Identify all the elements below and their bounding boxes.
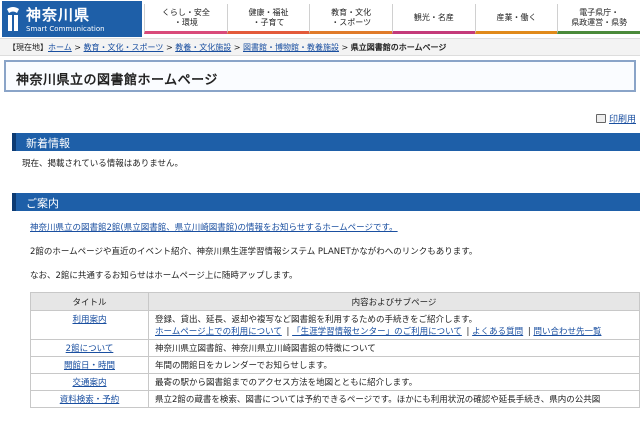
guide-heading: ご案内	[12, 193, 640, 211]
breadcrumb-label: 【現在地】	[8, 43, 48, 52]
global-nav: くらし・安全 ・環境 健康・福祉 ・子育て 教育・文化 ・スポーツ 観光・名産 …	[144, 4, 640, 34]
breadcrumb-separator: >	[163, 43, 176, 52]
breadcrumb: 【現在地】ホーム > 教育・文化・スポーツ > 教養・文化施設 > 図書館・博物…	[0, 38, 640, 56]
nav-education-culture[interactable]: 教育・文化 ・スポーツ	[309, 4, 393, 34]
table-header-title: タイトル	[30, 292, 149, 311]
row-description: 登録、貸出、延長、返却や複写など図書館を利用するための手続きをご紹介します。	[155, 315, 478, 325]
nav-industry-work[interactable]: 産業・働く	[474, 4, 558, 34]
site-header: 神奈川県 Smart Communication くらし・安全 ・環境 健康・福…	[0, 0, 640, 38]
sublink-center-usage[interactable]: 「生涯学習情報センター」のご利用について	[292, 327, 462, 337]
breadcrumb-separator: >	[71, 43, 84, 52]
row-title-link[interactable]: 資料検索・予約	[60, 395, 120, 405]
logo-title: 神奈川県	[26, 6, 91, 24]
row-title-link[interactable]: 開館日・時間	[64, 361, 115, 371]
table-header-row: タイトル 内容およびサブページ	[30, 292, 640, 311]
row-description: 最寄の駅から図書館までのアクセス方法を地図とともに紹介します。	[148, 373, 640, 391]
printer-icon	[595, 114, 606, 123]
sublink-web-usage[interactable]: ホームページ上での利用について	[155, 327, 282, 337]
table-header-content: 内容およびサブページ	[148, 292, 640, 311]
table-row: 開館日・時間 年間の開館日をカレンダーでお知らせします。	[30, 356, 640, 374]
row-description: 年間の開館日をカレンダーでお知らせします。	[148, 356, 640, 374]
page-title-box: 神奈川県立の図書館ホームページ	[4, 60, 636, 92]
sublink-faq[interactable]: よくある質問	[472, 327, 523, 337]
guide-text-2: 2館のホームページや直近のイベント紹介、神奈川県生涯学習情報システム PLANE…	[30, 247, 478, 257]
guide-table: タイトル 内容およびサブページ 利用案内 登録、貸出、延長、返却や複写など図書館…	[30, 292, 640, 408]
breadcrumb-current: 県立図書館のホームページ	[350, 43, 447, 52]
news-heading: 新着情報	[12, 133, 640, 151]
logo-subtitle: Smart Communication	[26, 25, 105, 33]
print-button[interactable]: 印刷用	[595, 112, 636, 125]
row-title-link[interactable]: 利用案内	[72, 315, 106, 325]
row-title-link[interactable]: 交通案内	[72, 378, 106, 388]
row-title-link[interactable]: 2館について	[66, 344, 114, 354]
row-description: 神奈川県立図書館、神奈川県立川崎図書館の特徴について	[148, 339, 640, 357]
nav-health-welfare[interactable]: 健康・福祉 ・子育て	[226, 4, 310, 34]
nav-life-safety[interactable]: くらし・安全 ・環境	[144, 4, 227, 34]
row-sublinks: ホームページ上での利用について | 「生涯学習情報センター」のご利用について |…	[155, 327, 602, 337]
page-title: 神奈川県立の図書館ホームページ	[16, 73, 218, 88]
sublink-contacts[interactable]: 問い合わせ先一覧	[533, 327, 601, 337]
breadcrumb-education[interactable]: 教育・文化・スポーツ	[84, 43, 164, 52]
breadcrumb-facilities[interactable]: 教養・文化施設	[175, 43, 231, 52]
site-logo[interactable]: 神奈川県 Smart Communication	[2, 1, 142, 37]
table-row: 利用案内 登録、貸出、延長、返却や複写など図書館を利用するための手続きをご紹介し…	[30, 310, 640, 340]
nav-government[interactable]: 電子県庁・ 県政運営・県勢	[557, 4, 640, 34]
guide-intro-link[interactable]: 神奈川県立の図書館2館(県立図書館、県立川崎図書館)の情報をお知らせするホームペ…	[30, 221, 398, 233]
print-link[interactable]: 印刷用	[609, 112, 636, 125]
table-row: 2館について 神奈川県立図書館、神奈川県立川崎図書館の特徴について	[30, 339, 640, 357]
nav-tourism[interactable]: 観光・名産	[392, 4, 475, 34]
news-body: 現在、掲載されている情報はありません。	[22, 159, 183, 169]
row-description: 県立2館の蔵書を検索、図書については予約できるページです。ほかにも利用状況の確認…	[148, 390, 640, 408]
kanagawa-emblem-icon	[7, 7, 19, 31]
guide-text-3: なお、2館に共通するお知らせはホームページ上に随時アップします。	[30, 271, 298, 281]
table-row: 資料検索・予約 県立2館の蔵書を検索、図書については予約できるページです。ほかに…	[30, 390, 640, 408]
breadcrumb-home[interactable]: ホーム	[48, 43, 72, 52]
breadcrumb-separator: >	[231, 43, 243, 52]
breadcrumb-separator: >	[339, 43, 351, 52]
breadcrumb-libraries[interactable]: 図書館・博物館・教養施設	[243, 43, 339, 52]
table-row: 交通案内 最寄の駅から図書館までのアクセス方法を地図とともに紹介します。	[30, 373, 640, 391]
